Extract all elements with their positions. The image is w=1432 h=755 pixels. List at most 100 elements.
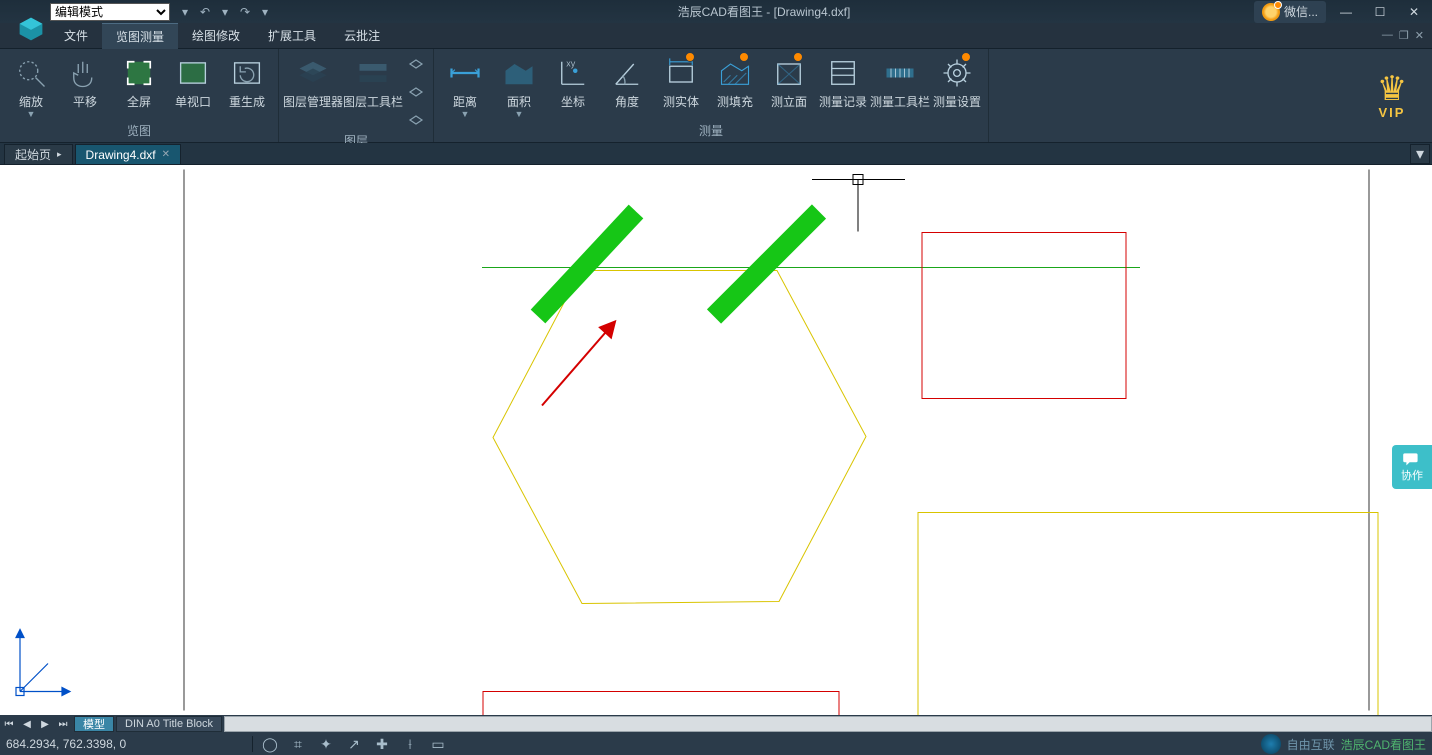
layer-stack2-icon[interactable]	[405, 81, 427, 103]
tool-regenerate[interactable]: 重生成	[220, 51, 274, 109]
angle-icon	[609, 55, 645, 91]
tool-measure-history[interactable]: 测量记录	[816, 51, 870, 109]
wechat-icon	[1262, 3, 1280, 21]
layout-scroll-track[interactable]	[224, 716, 1432, 732]
status-tool-select-icon[interactable]: ▭	[427, 735, 449, 753]
ribbon-group-measure: 距离 ▼ 面积 ▼ xy 坐标 角度 测实体 测填充	[434, 49, 989, 142]
group-caption-view: 览图	[4, 119, 274, 142]
redo-icon[interactable]: ↷	[236, 3, 254, 21]
tool-pan[interactable]: 平移	[58, 51, 112, 109]
brand-logo-icon	[1261, 734, 1281, 754]
chat-icon	[1402, 451, 1422, 467]
document-tabs: 起始页 ▸ Drawing4.dxf ✕ ▾	[0, 143, 1432, 165]
tool-measure-toolbar[interactable]: 测量工具栏	[870, 51, 930, 109]
group-caption-measure: 测量	[438, 119, 984, 142]
notify-badge	[793, 52, 803, 62]
menu-extensions[interactable]: 扩展工具	[254, 23, 330, 48]
regenerate-icon	[229, 55, 265, 91]
brand-text2: 浩辰CAD看图王	[1341, 736, 1426, 753]
redo-menu-icon[interactable]: ▾	[256, 3, 274, 21]
layout-nav: ⏮ ◀ ▶ ⏭	[0, 715, 72, 733]
tool-coordinate[interactable]: xy 坐标	[546, 51, 600, 109]
tool-zoom[interactable]: 缩放 ▼	[4, 51, 58, 119]
layout-first-icon[interactable]: ⏮	[0, 715, 18, 733]
menu-bar: 文件 览图测量 绘图修改 扩展工具 云批注 — ❐ ✕	[0, 23, 1432, 49]
layer-stack1-icon[interactable]	[405, 55, 427, 77]
canvas-svg	[0, 165, 1432, 715]
status-bar: 684.2934, 762.3398, 0 ◯ ⌗ ✦ ↗ ✚ ⟊ ▭ 自由互联…	[0, 733, 1432, 755]
collab-button[interactable]: 协作	[1392, 445, 1432, 489]
status-tool-grid-icon[interactable]: ⌗	[287, 735, 309, 753]
wechat-button[interactable]: 微信...	[1254, 1, 1326, 23]
quick-access-toolbar: ▾ ↶ ▾ ↷ ▾	[176, 3, 274, 21]
doctab-start[interactable]: 起始页 ▸	[4, 144, 73, 164]
window-title: 浩辰CAD看图王 - [Drawing4.dxf]	[274, 3, 1254, 20]
measure-settings-icon	[939, 55, 975, 91]
ribbon-group-view: 缩放 ▼ 平移 全屏 单视口 重生成 览图	[0, 49, 279, 142]
layout-tab-model[interactable]: 模型	[74, 716, 114, 732]
brand-text1: 自由互联	[1287, 736, 1335, 753]
tool-layer-manager[interactable]: 图层管理器	[283, 51, 343, 109]
layout-last-icon[interactable]: ⏭	[54, 715, 72, 733]
measure-history-icon	[825, 55, 861, 91]
layout-tab-dina0[interactable]: DIN A0 Title Block	[116, 716, 222, 732]
zoom-icon	[13, 55, 49, 91]
qat-dropdown-icon[interactable]: ▾	[176, 3, 194, 21]
crown-icon: ♛VIP	[1377, 72, 1407, 119]
tool-measure-hatch[interactable]: 测填充	[708, 51, 762, 109]
menu-cloud-annotate[interactable]: 云批注	[330, 23, 394, 48]
menu-view-measure[interactable]: 览图测量	[102, 23, 178, 49]
tool-single-viewport[interactable]: 单视口	[166, 51, 220, 109]
undo-icon[interactable]: ↶	[196, 3, 214, 21]
undo-menu-icon[interactable]: ▾	[216, 3, 234, 21]
mode-select[interactable]: 编辑模式	[50, 3, 170, 21]
fullscreen-icon	[121, 55, 157, 91]
layout-next-icon[interactable]: ▶	[36, 715, 54, 733]
menu-draw-edit[interactable]: 绘图修改	[178, 23, 254, 48]
tool-fullscreen[interactable]: 全屏	[112, 51, 166, 109]
tool-layer-toolbar[interactable]: 图层工具栏	[343, 51, 403, 109]
doctab-list-button[interactable]: ▾	[1410, 144, 1430, 164]
layout-prev-icon[interactable]: ◀	[18, 715, 36, 733]
tool-measure-entity[interactable]: 测实体	[654, 51, 708, 109]
layer-stack3-icon[interactable]	[405, 107, 427, 129]
close-button[interactable]: ✕	[1400, 2, 1428, 22]
status-tool-track-icon[interactable]: ✚	[371, 735, 393, 753]
mdi-close-icon[interactable]: ✕	[1415, 29, 1424, 42]
tool-measure-elevation[interactable]: 测立面	[762, 51, 816, 109]
status-tool-osnap-icon[interactable]: ✦	[315, 735, 337, 753]
viewport-icon	[175, 55, 211, 91]
menu-file[interactable]: 文件	[50, 23, 102, 48]
tool-area[interactable]: 面积 ▼	[492, 51, 546, 119]
doctab-drawing4[interactable]: Drawing4.dxf ✕	[75, 144, 181, 164]
maximize-button[interactable]: ☐	[1366, 2, 1394, 22]
layout-tabs: ⏮ ◀ ▶ ⏭ 模型 DIN A0 Title Block	[0, 715, 1432, 733]
measure-toolbar-icon	[882, 55, 918, 91]
status-coords: 684.2934, 762.3398, 0	[6, 737, 246, 751]
layer-quick-buttons	[403, 51, 429, 129]
pan-icon	[67, 55, 103, 91]
mdi-controls: — ❐ ✕	[1382, 29, 1432, 42]
status-tools: ◯ ⌗ ✦ ↗ ✚ ⟊ ▭	[259, 735, 449, 753]
tool-distance[interactable]: 距离 ▼	[438, 51, 492, 119]
area-icon	[501, 55, 537, 91]
notify-badge	[739, 52, 749, 62]
wechat-label: 微信...	[1284, 3, 1318, 20]
ribbon-group-layer: 图层管理器 图层工具栏 图层	[279, 49, 434, 142]
status-brand: 自由互联 浩辰CAD看图王	[1261, 734, 1426, 754]
tool-measure-settings[interactable]: 测量设置	[930, 51, 984, 109]
status-tool-polar-icon[interactable]: ↗	[343, 735, 365, 753]
layer-manager-icon	[295, 55, 331, 91]
minimize-button[interactable]: —	[1332, 2, 1360, 22]
ribbon: 缩放 ▼ 平移 全屏 单视口 重生成 览图	[0, 49, 1432, 143]
status-tool-ortho-icon[interactable]: ◯	[259, 735, 281, 753]
mdi-minimize-icon[interactable]: —	[1382, 29, 1393, 42]
status-tool-dynamic-icon[interactable]: ⟊	[399, 735, 421, 753]
drawing-canvas[interactable]: 协作	[0, 165, 1432, 715]
tool-angle[interactable]: 角度	[600, 51, 654, 109]
vip-badge[interactable]: ♛VIP	[1352, 49, 1432, 142]
mdi-restore-icon[interactable]: ❐	[1399, 29, 1409, 42]
doctab-close-icon[interactable]: ✕	[162, 149, 170, 160]
svg-text:xy: xy	[566, 58, 576, 68]
measure-hatch-icon	[717, 55, 753, 91]
